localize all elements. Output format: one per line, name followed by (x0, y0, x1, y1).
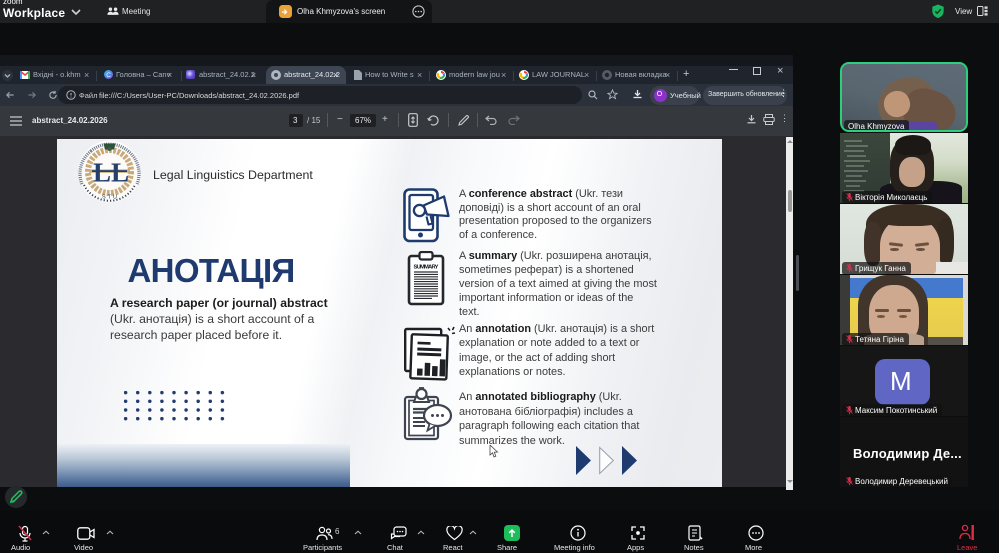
svg-text:SUMMARY: SUMMARY (414, 265, 439, 271)
svg-text:LL: LL (93, 158, 129, 188)
svg-text:C: C (106, 72, 111, 79)
svg-text:STU: STU (102, 195, 119, 201)
